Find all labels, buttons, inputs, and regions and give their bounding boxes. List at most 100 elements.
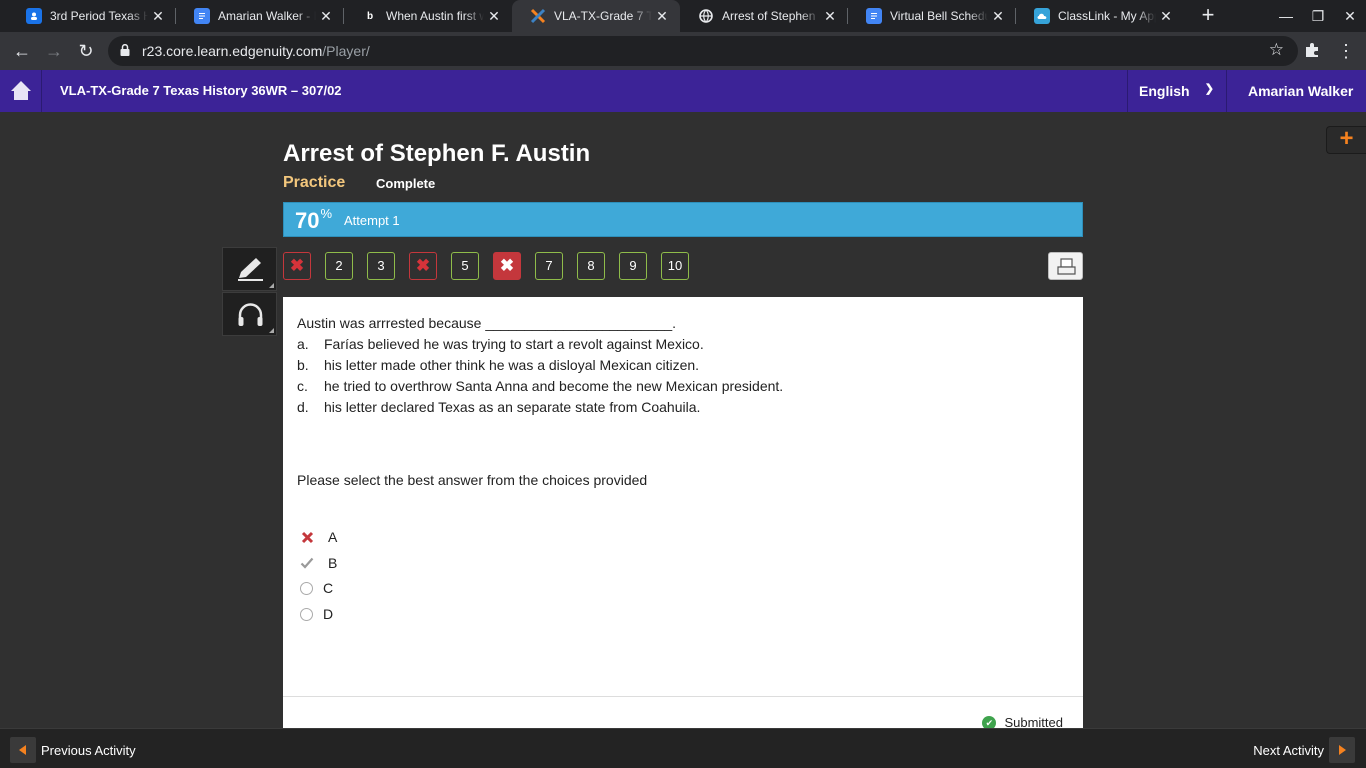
pencil-tool-button[interactable] xyxy=(222,247,277,291)
arrow-right-icon xyxy=(1329,737,1355,763)
edgenuity-icon xyxy=(530,8,546,24)
home-icon xyxy=(11,81,31,100)
choice-c[interactable]: C xyxy=(300,578,333,598)
divider xyxy=(283,696,1083,697)
new-tab-button[interactable]: + xyxy=(1196,4,1220,28)
close-tab-icon[interactable]: ✕ xyxy=(484,8,504,25)
close-window-icon[interactable]: ✕ xyxy=(1334,0,1366,32)
print-button[interactable] xyxy=(1048,252,1083,280)
lock-icon xyxy=(120,44,130,56)
question-7-button[interactable]: 7 xyxy=(535,252,563,280)
chevron-down-icon: ❯ xyxy=(1204,83,1214,95)
choice-label: B xyxy=(328,555,338,571)
app-header: VLA-TX-Grade 7 Texas History 36WR – 307/… xyxy=(0,70,1366,112)
question-10-button[interactable]: 10 xyxy=(661,252,689,280)
reload-icon[interactable]: ↻ xyxy=(73,38,99,64)
question-2-button[interactable]: 2 xyxy=(325,252,353,280)
language-select[interactable]: English ❯ xyxy=(1127,70,1227,112)
close-tab-icon[interactable]: ✕ xyxy=(988,8,1008,25)
next-activity-button[interactable]: Next Activity xyxy=(1253,737,1355,763)
expand-tools-button[interactable]: + xyxy=(1326,126,1366,154)
question-stem: Austin was arrrested because ___________… xyxy=(297,315,677,331)
close-tab-icon[interactable]: ✕ xyxy=(1156,8,1176,25)
wrong-x-icon xyxy=(300,530,314,544)
answer-option-a: a. Farías believed he was trying to start… xyxy=(297,336,704,352)
previous-activity-button[interactable]: Previous Activity xyxy=(10,737,136,763)
browser-tab[interactable]: Arrest of Stephen F. Austin ✕ xyxy=(680,0,848,32)
activity-status: Complete xyxy=(376,176,436,191)
browser-tab[interactable]: b When Austin first went ✕ xyxy=(344,0,512,32)
choice-label: C xyxy=(323,580,334,596)
tab-title: When Austin first went xyxy=(386,9,484,23)
globe-icon xyxy=(698,8,714,24)
answer-option-b: b. his letter made other think he was a d… xyxy=(297,357,700,373)
docs-icon xyxy=(194,8,210,24)
wrong-x-icon: ✖ xyxy=(289,256,305,275)
browser-menu-icon[interactable]: ⋮ xyxy=(1336,41,1356,61)
lesson-title: Arrest of Stephen F. Austin xyxy=(283,140,591,167)
score-value: 70% xyxy=(295,206,333,233)
radio-button[interactable] xyxy=(300,607,313,621)
brainly-icon: b xyxy=(362,8,378,24)
question-1-button[interactable]: ✖ xyxy=(283,252,311,280)
attempt-label: Attempt 1 xyxy=(344,213,400,228)
audio-tool-button[interactable] xyxy=(222,292,277,336)
question-5-button[interactable]: 5 xyxy=(451,252,479,280)
tab-title: 3rd Period Texas History xyxy=(50,9,148,23)
browser-tab[interactable]: Amarian Walker - Independence ✕ xyxy=(176,0,344,32)
tab-title: Virtual Bell Schedule xyxy=(890,9,988,23)
classroom-icon xyxy=(26,8,42,24)
browser-tab[interactable]: ClassLink - My Apps ✕ xyxy=(1016,0,1184,32)
language-label: English xyxy=(1139,83,1190,99)
tab-title: VLA-TX-Grade 7 Texas History xyxy=(554,9,652,23)
answer-option-c: c. he tried to overthrow Santa Anna and b… xyxy=(297,378,784,394)
wrong-x-icon: ✖ xyxy=(415,256,431,275)
choice-d[interactable]: D xyxy=(300,604,333,624)
tab-title: ClassLink - My Apps xyxy=(1058,9,1156,23)
home-button[interactable] xyxy=(0,70,42,112)
question-4-button[interactable]: ✖ xyxy=(409,252,437,280)
browser-toolbar: ← → ↻ r23.core.learn.edgenuity.com/Playe… xyxy=(0,32,1366,70)
browser-tab[interactable]: Virtual Bell Schedule ✕ xyxy=(848,0,1016,32)
close-tab-icon[interactable]: ✕ xyxy=(316,8,336,25)
extensions-puzzle-icon[interactable] xyxy=(1302,41,1322,61)
tab-title: Arrest of Stephen F. Austin xyxy=(722,9,820,23)
restore-icon[interactable]: ❐ xyxy=(1302,0,1334,32)
printer-icon xyxy=(1057,258,1076,275)
corner-indicator xyxy=(269,283,274,288)
choice-label: A xyxy=(328,529,338,545)
docs-icon xyxy=(866,8,882,24)
corner-indicator xyxy=(269,328,274,333)
classlink-icon xyxy=(1034,8,1050,24)
close-tab-icon[interactable]: ✕ xyxy=(820,8,840,25)
back-arrow-icon[interactable]: ← xyxy=(9,38,35,64)
user-name[interactable]: Amarian Walker xyxy=(1248,83,1353,99)
forward-arrow-icon[interactable]: → xyxy=(41,38,67,64)
arrow-left-icon xyxy=(10,737,36,763)
side-tools xyxy=(222,247,277,337)
minimize-icon[interactable]: — xyxy=(1270,0,1302,32)
radio-button[interactable] xyxy=(300,581,313,595)
close-tab-icon[interactable]: ✕ xyxy=(148,8,168,25)
browser-tab-active[interactable]: VLA-TX-Grade 7 Texas History ✕ xyxy=(512,0,680,32)
tab-title: Amarian Walker - Independence xyxy=(218,9,316,23)
address-bar[interactable]: r23.core.learn.edgenuity.com/Player/ ☆ xyxy=(108,36,1298,66)
question-panel: Austin was arrrested because ___________… xyxy=(283,297,1083,730)
browser-tab-strip: 3rd Period Texas History ✕ Amarian Walke… xyxy=(0,0,1366,32)
bookmark-star-icon[interactable]: ☆ xyxy=(1269,40,1284,60)
question-9-button[interactable]: 9 xyxy=(619,252,647,280)
answer-option-d: d. his letter declared Texas as an separa… xyxy=(297,399,701,415)
score-bar: 70% Attempt 1 xyxy=(283,202,1083,237)
wrong-x-icon: ✖ xyxy=(499,256,515,275)
previous-activity-label: Previous Activity xyxy=(41,742,136,758)
url-text: r23.core.learn.edgenuity.com/Player/ xyxy=(142,43,370,59)
close-tab-icon[interactable]: ✕ xyxy=(652,8,672,25)
choice-a[interactable]: A xyxy=(300,527,337,547)
question-6-button[interactable]: ✖ xyxy=(493,252,521,280)
question-8-button[interactable]: 8 xyxy=(577,252,605,280)
question-3-button[interactable]: 3 xyxy=(367,252,395,280)
checkmark-icon xyxy=(300,556,314,570)
choice-b[interactable]: B xyxy=(300,553,337,573)
browser-tab[interactable]: 3rd Period Texas History ✕ xyxy=(8,0,176,32)
course-title: VLA-TX-Grade 7 Texas History 36WR – 307/… xyxy=(60,83,342,98)
